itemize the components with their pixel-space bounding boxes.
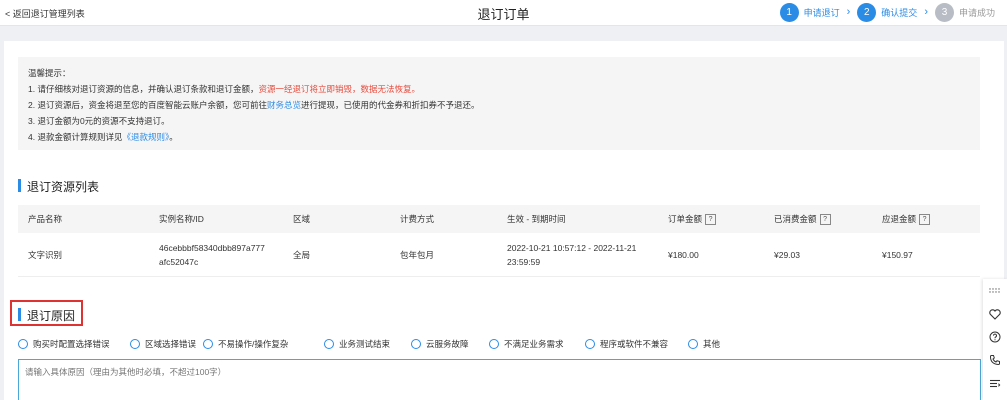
column-header: 产品名称 <box>28 214 63 224</box>
notice-warning-text: 资源一经退订将立即销毁，数据无法恢复。 <box>258 84 420 94</box>
reason-option[interactable]: 购买时配置选择错误 <box>18 338 130 350</box>
radio-button[interactable] <box>585 339 595 349</box>
step-1-number: 1 <box>779 2 799 22</box>
step-apply: 1 申请退订 <box>779 2 840 22</box>
reason-option[interactable]: 不满足业务需求 <box>489 338 585 350</box>
radio-button[interactable] <box>688 339 698 349</box>
reason-option[interactable]: 云服务故障 <box>411 338 489 350</box>
cell-region: 全局 <box>293 249 311 260</box>
resource-table: 产品名称 实例名称/ID 区域 计费方式 生效 - 到期时间 订单金额? 已消费… <box>18 205 980 277</box>
heart-icon[interactable] <box>983 304 1007 324</box>
chevron-right-icon: › <box>924 6 928 18</box>
notice-box: 温馨提示： 1. 请仔细核对退订资源的信息，并确认退订条款和退订金额，资源一经退… <box>18 57 980 150</box>
notice-line-2: 2. 退订资源后，资金将退至您的百度智能云账户余额，您可前往财务总览进行提现，已… <box>28 97 970 113</box>
reason-option-label: 云服务故障 <box>426 339 469 349</box>
step-2-number: 2 <box>857 2 877 22</box>
reason-options: 购买时配置选择错误 区域选择错误 不易操作/操作复杂 业务测试结束 云服务故障 … <box>18 338 738 350</box>
refund-rules-link[interactable]: 《退款规则》 <box>122 132 169 142</box>
cell-instance-line-1: 46cebbbf58340dbb897a777 <box>159 242 265 253</box>
reason-option[interactable]: 程序或软件不兼容 <box>585 338 688 350</box>
progress-steps: 1 申请退订 › 2 确认提交 › 3 申请成功 <box>779 2 995 22</box>
finance-overview-link[interactable]: 财务总览 <box>267 100 301 110</box>
cell-period-line-1: 2022-10-21 10:57:12 - 2022-11-21 <box>507 242 637 253</box>
reason-option-label: 不易操作/操作复杂 <box>218 339 289 349</box>
chevron-right-icon: › <box>846 6 851 18</box>
column-header: 生效 - 到期时间 <box>507 214 566 224</box>
cell-period-line-2: 23:59:59 <box>507 256 541 267</box>
table-row: 文字识别 46cebbbf58340dbb897a777 afc52047c 全… <box>18 233 980 277</box>
notice-line-1: 1. 请仔细核对退订资源的信息，并确认退订条款和退订金额，资源一经退订将立即销毁… <box>28 81 970 97</box>
notice-heading: 温馨提示： <box>28 68 71 78</box>
step-success: 3 申请成功 <box>934 2 995 22</box>
floating-toolbar <box>983 279 1007 400</box>
column-header-consumed-amount: 已消费金额? <box>774 213 882 226</box>
reason-option[interactable]: 区域选择错误 <box>130 338 203 350</box>
reason-option[interactable]: 不易操作/操作复杂 <box>203 338 324 350</box>
table-header: 产品名称 实例名称/ID 区域 计费方式 生效 - 到期时间 订单金额? 已消费… <box>18 205 980 233</box>
reason-detail-textarea[interactable] <box>18 359 981 400</box>
notice-line-1-text: 1. 请仔细核对退订资源的信息，并确认退订条款和退订金额， <box>28 84 259 94</box>
step-3-number: 3 <box>934 2 954 22</box>
step-confirm: 2 确认提交 <box>857 2 918 22</box>
reason-option-label: 程序或软件不兼容 <box>600 339 669 349</box>
reason-option-label: 不满足业务需求 <box>504 339 564 349</box>
column-header: 计费方式 <box>400 214 435 224</box>
reason-option-label: 业务测试结束 <box>339 339 391 349</box>
grip-icon[interactable] <box>983 281 1007 301</box>
list-icon[interactable] <box>983 374 1007 394</box>
step-1-label: 申请退订 <box>803 7 840 18</box>
column-header-refund-amount: 应退金额? <box>882 213 980 226</box>
cell-product: 文字识别 <box>28 249 63 260</box>
column-header-order-amount: 订单金额? <box>668 213 774 226</box>
radio-button[interactable] <box>203 339 213 349</box>
notice-line-4-text: 4. 退款金额计算规则详见 <box>28 132 123 142</box>
cell-consumed-amount: ¥29.03 <box>774 249 800 260</box>
reason-option-label: 其他 <box>703 339 721 349</box>
top-header: < 返回退订管理列表 退订订单 1 申请退订 › 2 确认提交 › 3 申请成功 <box>0 0 1007 26</box>
main-card: 温馨提示： 1. 请仔细核对退订资源的信息，并确认退订条款和退订金额，资源一经退… <box>4 41 1004 400</box>
phone-icon[interactable] <box>983 350 1007 370</box>
resource-list-title: 退订资源列表 <box>18 178 99 195</box>
cell-instance-line-2: afc52047c <box>159 256 199 267</box>
reason-option-label: 区域选择错误 <box>145 339 197 349</box>
column-header-label: 订单金额 <box>668 213 703 224</box>
cell-refund-amount: ¥150.97 <box>882 249 913 260</box>
cell-order-amount: ¥180.00 <box>668 249 699 260</box>
notice-line-4-suffix: 。 <box>169 132 178 142</box>
notice-line-3: 3. 退订金额为0元的资源不支持退订。 <box>28 116 170 126</box>
column-header-label: 已消费金额 <box>774 213 817 224</box>
radio-button[interactable] <box>324 339 334 349</box>
column-header: 实例名称/ID <box>159 214 204 224</box>
step-2-label: 确认提交 <box>881 7 918 18</box>
radio-button[interactable] <box>18 339 28 349</box>
notice-line-2-suffix: 进行提现，已使用的代金券和折扣券不予退还。 <box>300 100 480 110</box>
notice-line-2-text: 2. 退订资源后，资金将退至您的百度智能云账户余额，您可前往 <box>28 100 267 110</box>
help-icon[interactable]: ? <box>705 214 717 226</box>
help-icon[interactable] <box>983 327 1007 347</box>
column-header-label: 应退金额 <box>882 213 917 224</box>
cell-period: 2022-10-21 10:57:12 - 2022-11-21 23:59:5… <box>507 241 668 269</box>
reason-option[interactable]: 其他 <box>688 338 738 350</box>
help-icon[interactable]: ? <box>919 214 931 226</box>
reason-section-title: 退订原因 <box>18 307 75 324</box>
column-header: 区域 <box>293 214 311 224</box>
radio-button[interactable] <box>130 339 140 349</box>
help-icon[interactable]: ? <box>819 214 831 226</box>
cell-instance: 46cebbbf58340dbb897a777 afc52047c <box>159 241 293 269</box>
reason-option[interactable]: 业务测试结束 <box>324 338 411 350</box>
cell-billing: 包年包月 <box>400 249 435 260</box>
radio-button[interactable] <box>489 339 499 349</box>
reason-option-label: 购买时配置选择错误 <box>33 339 110 349</box>
notice-line-4: 4. 退款金额计算规则详见《退款规则》。 <box>28 129 970 145</box>
step-3-label: 申请成功 <box>958 7 995 18</box>
radio-button[interactable] <box>411 339 421 349</box>
